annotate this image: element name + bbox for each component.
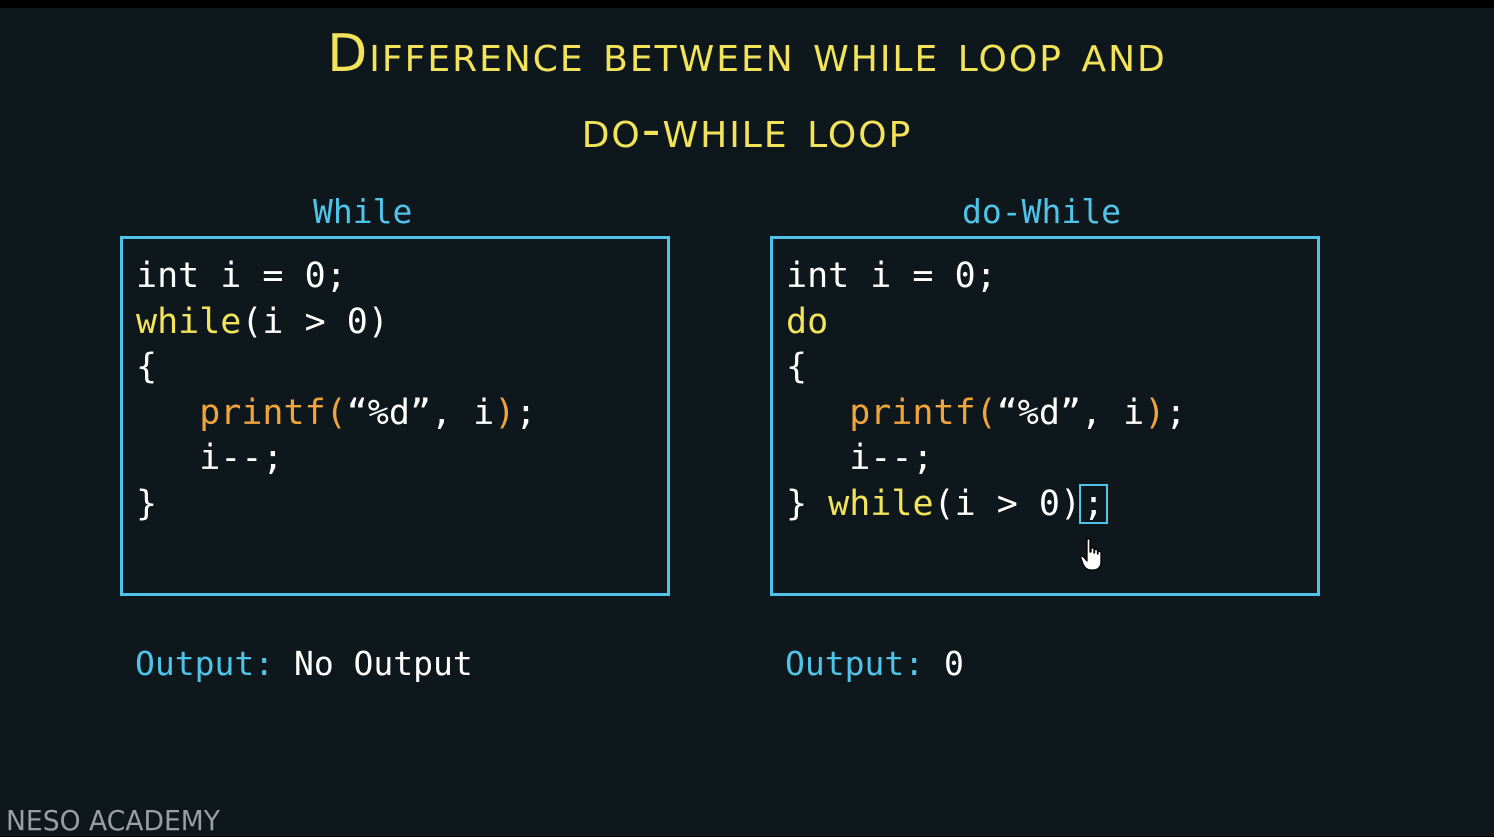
do-while-printf-args: “%d”, i — [996, 392, 1145, 433]
while-output-label: Output: — [135, 644, 275, 683]
while-printf-args: “%d”, i — [346, 392, 495, 433]
neso-academy-logo: NESO ACADEMY — [6, 804, 220, 837]
do-while-output: Output: 0 — [785, 644, 964, 683]
while-code-block: int i = 0; while(i > 0) { printf(“%d”, i… — [136, 254, 536, 527]
do-while-output-label: Output: — [785, 644, 925, 683]
highlighted-semicolon: ; — [1079, 483, 1109, 524]
do-while-output-value: 0 — [943, 644, 964, 683]
slide-title-line2: do-while loop — [581, 100, 913, 160]
while-printf-paren-open: ( — [325, 392, 347, 433]
hand-pointer-icon — [1080, 538, 1102, 571]
do-keyword: do — [786, 301, 829, 342]
while-printf-paren-close: ) — [494, 392, 516, 433]
do-while-code-block: int i = 0; do { printf(“%d”, i); i--; } … — [786, 254, 1186, 527]
while-heading: While — [313, 192, 413, 231]
do-while-open-brace: { — [786, 347, 808, 387]
while-code-line1: int i = 0; — [136, 256, 347, 296]
do-while-printf-paren-close: ) — [1144, 392, 1166, 433]
while-output-value: No Output — [293, 644, 473, 683]
while-printf-fn: printf — [199, 392, 326, 433]
while-open-brace: { — [136, 347, 158, 387]
do-while-printf-semi: ; — [1165, 392, 1187, 433]
slide: Difference between while loop and do-whi… — [0, 8, 1494, 837]
slide-title-line1: Difference between while loop and — [327, 24, 1167, 84]
while-condition: (i > 0) — [241, 301, 389, 342]
do-while-close-brace: } — [786, 483, 808, 524]
while-close-brace: } — [136, 483, 158, 524]
while-decrement: i--; — [199, 438, 284, 478]
do-while-decrement: i--; — [849, 438, 934, 478]
do-while-printf-paren-open: ( — [975, 392, 997, 433]
do-while-printf-fn: printf — [849, 392, 976, 433]
while-output: Output: No Output — [135, 644, 473, 683]
while-keyword: while — [136, 301, 242, 342]
do-while-heading: do-While — [962, 192, 1121, 231]
while-printf-semi: ; — [515, 392, 537, 433]
do-while-condition: (i > 0) — [933, 483, 1082, 524]
do-while-code-line1: int i = 0; — [786, 256, 997, 296]
do-while-while-keyword: while — [828, 483, 934, 524]
